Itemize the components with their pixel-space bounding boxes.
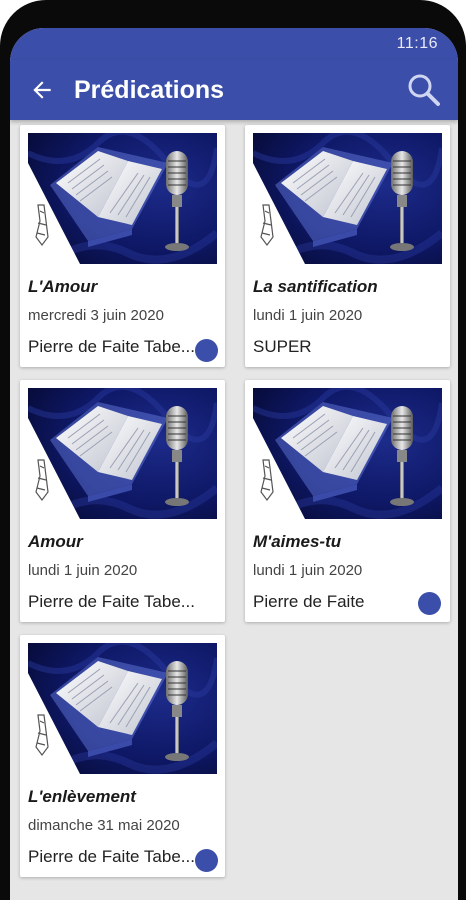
sermon-thumbnail	[253, 388, 442, 519]
unread-dot	[418, 592, 441, 615]
app-bar: Prédications	[10, 60, 458, 120]
unread-dot	[195, 339, 218, 362]
sermon-date: mercredi 3 juin 2020	[28, 307, 164, 324]
status-time: 11:16	[396, 35, 438, 52]
sermon-title: La santification	[253, 277, 378, 296]
sermon-date: lundi 1 juin 2020	[28, 562, 138, 579]
sermon-title: M'aimes-tu	[253, 532, 342, 551]
sermon-author: Pierre de Faite Tabe...	[28, 592, 195, 611]
sermon-date: lundi 1 juin 2020	[253, 307, 363, 324]
sermon-date: lundi 1 juin 2020	[253, 562, 363, 579]
status-bar: 11:16	[10, 28, 458, 60]
arrow-back-icon	[33, 81, 51, 99]
phone-frame: 11:16 Prédications L'Amour mercredi 3 ju…	[0, 0, 466, 900]
sermon-author: SUPER	[253, 337, 312, 356]
back-button[interactable]	[24, 72, 60, 108]
sermon-author: Pierre de Faite Tabe...	[28, 847, 195, 866]
sermon-card[interactable]: L'Amour mercredi 3 juin 2020 Pierre de F…	[20, 125, 225, 367]
sermon-card[interactable]: Amour lundi 1 juin 2020 Pierre de Faite …	[20, 380, 225, 622]
sermon-author: Pierre de Faite	[253, 592, 365, 611]
search-button[interactable]	[404, 70, 444, 110]
sermon-title: L'Amour	[28, 277, 98, 296]
sermon-author: Pierre de Faite Tabe...	[28, 337, 195, 356]
sermon-thumbnail	[28, 133, 217, 264]
sermon-card[interactable]: La santification lundi 1 juin 2020 SUPER	[245, 125, 450, 367]
sermon-card[interactable]: L'enlèvement dimanche 31 mai 2020 Pierre…	[20, 635, 225, 877]
search-icon	[408, 74, 440, 106]
page-title: Prédications	[74, 75, 225, 104]
unread-dot	[195, 849, 218, 872]
sermon-thumbnail	[253, 133, 442, 264]
sermon-date: dimanche 31 mai 2020	[28, 817, 180, 834]
sermon-title: Amour	[28, 532, 83, 551]
sermon-title: L'enlèvement	[28, 787, 136, 806]
sermon-card[interactable]: M'aimes-tu lundi 1 juin 2020 Pierre de F…	[245, 380, 450, 622]
screen: 11:16 Prédications L'Amour mercredi 3 ju…	[10, 28, 458, 900]
sermon-thumbnail	[28, 388, 217, 519]
sermon-thumbnail	[28, 643, 217, 774]
